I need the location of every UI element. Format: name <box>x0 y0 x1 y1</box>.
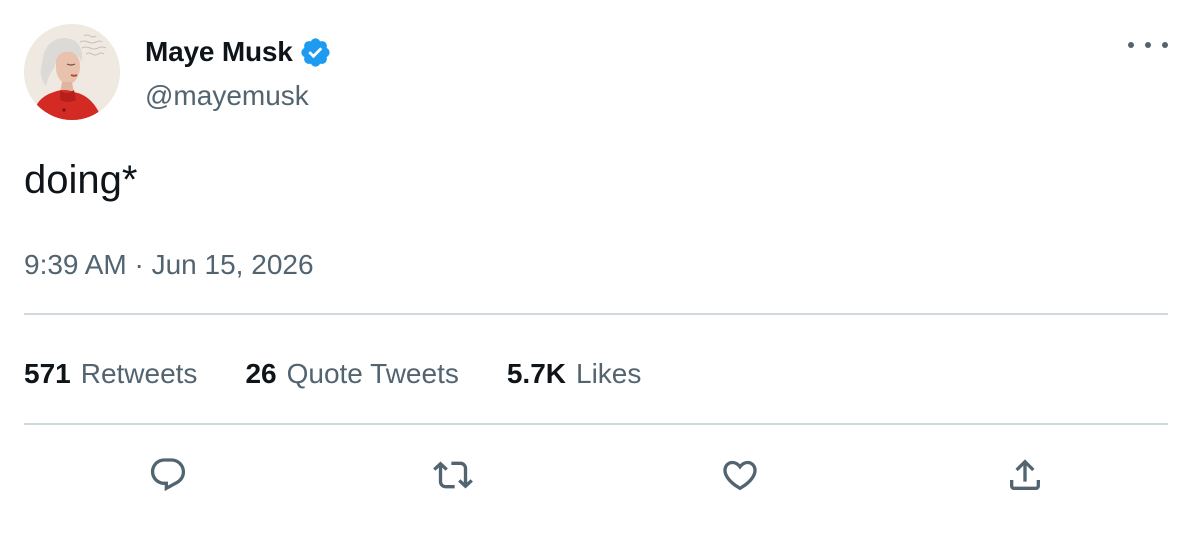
share-button[interactable] <box>1002 452 1048 498</box>
action-bar <box>0 452 1192 498</box>
retweets-stat[interactable]: 571 Retweets <box>24 358 197 390</box>
quote-tweets-count: 26 <box>245 358 277 389</box>
like-button[interactable] <box>717 452 763 498</box>
display-name[interactable]: Maye Musk <box>145 36 293 68</box>
user-handle[interactable]: @mayemusk <box>145 80 309 112</box>
retweets-label: Retweets <box>80 358 198 389</box>
more-options-icon[interactable] <box>1128 33 1168 57</box>
retweet-button[interactable] <box>430 452 476 498</box>
likes-count: 5.7K <box>506 358 567 389</box>
tweet-timestamp[interactable]: 9:39 AM · Jun 15, 2026 <box>24 245 314 285</box>
verified-badge-icon <box>299 36 332 69</box>
avatar[interactable] <box>24 24 120 120</box>
tweet-stats: 571 Retweets 26 Quote Tweets 5.7K Likes <box>24 354 689 394</box>
tweet-text: doing* <box>24 158 138 202</box>
tweet-card: Maye Musk @mayemusk doing* 9:39 AM · Jun… <box>0 0 1192 546</box>
retweets-count: 571 <box>24 358 71 389</box>
avatar-image <box>24 24 120 120</box>
retweet-icon <box>433 461 473 489</box>
quote-tweets-stat[interactable]: 26 Quote Tweets <box>245 358 458 390</box>
share-icon <box>1010 459 1040 490</box>
reply-button[interactable] <box>145 452 191 498</box>
quote-tweets-label: Quote Tweets <box>286 358 459 389</box>
name-row: Maye Musk <box>145 30 332 74</box>
likes-label: Likes <box>576 358 642 389</box>
reply-icon <box>150 458 186 492</box>
divider <box>24 423 1168 425</box>
divider <box>24 313 1168 315</box>
likes-stat[interactable]: 5.7K Likes <box>507 358 642 390</box>
like-icon <box>723 460 757 491</box>
